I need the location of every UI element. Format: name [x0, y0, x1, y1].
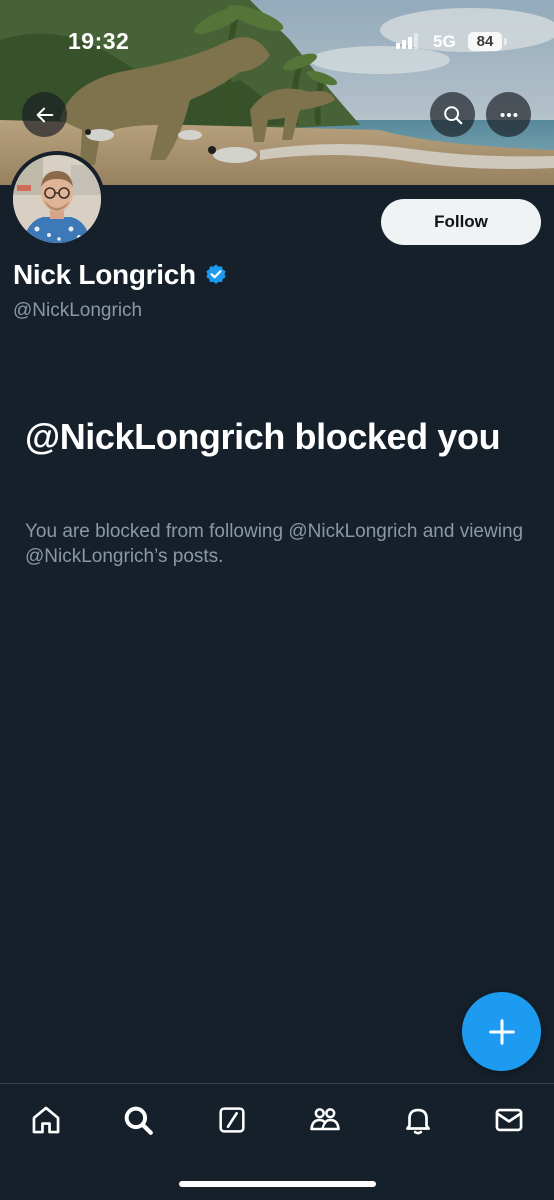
- avatar-photo: [13, 155, 101, 243]
- profile-screen: 19:32 5G 84 Follow Nick Longrich @NickLo…: [0, 0, 554, 1200]
- back-arrow-icon: [36, 107, 53, 122]
- avatar[interactable]: [9, 151, 105, 247]
- status-bar: 19:32 5G 84: [0, 0, 554, 86]
- nav-home[interactable]: [26, 1100, 66, 1140]
- display-name-row: Nick Longrich: [13, 259, 228, 291]
- battery-icon: 84: [468, 32, 502, 51]
- nav-notifications[interactable]: [398, 1100, 438, 1140]
- search-icon: [124, 1106, 153, 1135]
- notifications-bell-icon: [406, 1108, 430, 1135]
- battery-tip: [504, 38, 507, 45]
- nav-grok[interactable]: [212, 1100, 252, 1140]
- plus-icon: [488, 1018, 515, 1045]
- messages-envelope-icon: [495, 1108, 523, 1132]
- blocked-description: You are blocked from following @NickLong…: [25, 521, 524, 567]
- nav-messages[interactable]: [489, 1100, 529, 1140]
- display-name: Nick Longrich: [13, 259, 196, 290]
- network-type: 5G: [433, 32, 456, 51]
- profile-handle: @NickLongrich: [13, 300, 143, 321]
- blocked-title: @NickLongrich blocked you: [25, 416, 501, 457]
- search-button[interactable]: [430, 92, 475, 137]
- communities-icon: [310, 1108, 340, 1131]
- more-options-icon: [500, 112, 517, 117]
- home-icon: [32, 1106, 60, 1134]
- grok-icon: [219, 1107, 245, 1133]
- verified-badge-icon[interactable]: [204, 263, 228, 287]
- follow-button[interactable]: Follow: [381, 199, 541, 245]
- battery-level: 84: [476, 33, 494, 50]
- status-time: 19:32: [68, 28, 130, 54]
- signal-bars-icon: [396, 33, 418, 49]
- compose-button[interactable]: [462, 992, 541, 1071]
- nav-search[interactable]: [118, 1100, 158, 1140]
- nav-communities[interactable]: [305, 1100, 345, 1140]
- search-icon: [443, 105, 462, 124]
- back-button[interactable]: [22, 92, 67, 137]
- home-indicator[interactable]: [179, 1181, 376, 1187]
- more-options-button[interactable]: [486, 92, 531, 137]
